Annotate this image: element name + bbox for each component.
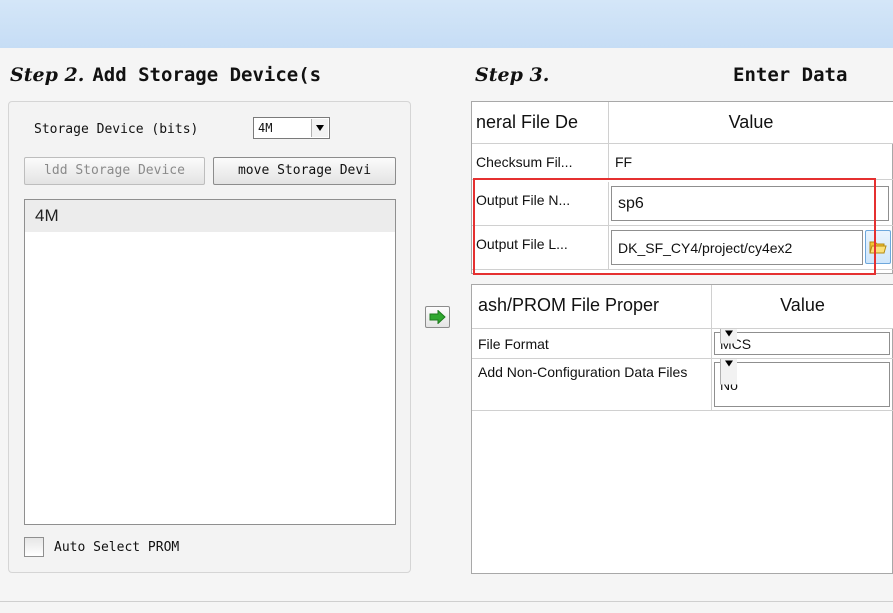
property-column-header[interactable]: neral File De [472,102,609,143]
step3-prefix: Step 3. [475,64,550,86]
transfer-button[interactable] [425,306,450,328]
output-file-location-input[interactable]: DK_SF_CY4/project/cy4ex2 [611,230,863,265]
add-non-config-label: Add Non-Configuration Data Files [472,359,712,410]
step2-heading: Step 2. Add Storage Device(s [10,64,410,90]
folder-icon [869,241,887,254]
grid-header: neral File De Value [472,102,893,144]
table-row: Checksum Fil... FF [472,144,893,180]
list-item[interactable]: 4M [25,200,395,232]
table-row: Output File L... DK_SF_CY4/project/cy4ex… [472,226,893,270]
property-column-header[interactable]: ash/PROM File Proper [472,285,712,328]
add-non-config-select[interactable]: No [714,359,890,407]
value-column-header[interactable]: Value [712,285,893,328]
output-file-location-label: Output File L... [472,226,609,269]
add-storage-device-button[interactable]: ldd Storage Device [24,157,205,185]
chevron-down-icon[interactable] [720,359,737,385]
chevron-down-icon[interactable] [311,119,328,137]
file-format-select[interactable]: MCS [714,329,890,355]
browse-button[interactable] [865,230,891,264]
general-file-properties-grid: neral File De Value Checksum Fil... FF O… [471,101,893,274]
table-row: Output File N... sp6 [472,182,893,226]
table-row: Add Non-Configuration Data Files No [472,359,893,411]
auto-select-prom-checkbox[interactable] [24,537,44,557]
remove-storage-device-button[interactable]: move Storage Devi [213,157,396,185]
title-bar [0,0,893,48]
step3-title: Enter Data [733,64,848,86]
grid-header: ash/PROM File Proper Value [472,285,893,329]
output-file-location-cell: DK_SF_CY4/project/cy4ex2 [609,226,893,269]
output-file-name-cell: sp6 [609,182,893,225]
step2-prefix: Step 2. [10,64,85,86]
add-non-config-cell: No [712,359,893,410]
table-row: File Format MCS [472,329,893,359]
storage-device-label: Storage Device (bits) [34,122,199,137]
green-right-arrow-icon [429,310,446,324]
checksum-fill-value[interactable]: FF [609,144,893,179]
checksum-fill-label: Checksum Fil... [472,144,609,179]
auto-select-prom-label: Auto Select PROM [54,540,180,555]
output-file-name-label: Output File N... [472,182,609,225]
output-file-name-input[interactable]: sp6 [611,186,889,221]
step3-heading: Step 3. [475,64,705,90]
step2-title: Add Storage Device(s [92,64,322,86]
prom-file-properties-grid: ash/PROM File Proper Value File Format M… [471,284,893,574]
file-format-cell: MCS [712,329,893,358]
divider [0,601,893,602]
chevron-down-icon[interactable] [720,329,737,344]
storage-device-value: 4M [258,121,273,135]
storage-device-select[interactable]: 4M [253,117,330,139]
value-column-header[interactable]: Value [609,102,893,143]
storage-device-list[interactable]: 4M [24,199,396,525]
file-format-label: File Format [472,329,712,358]
